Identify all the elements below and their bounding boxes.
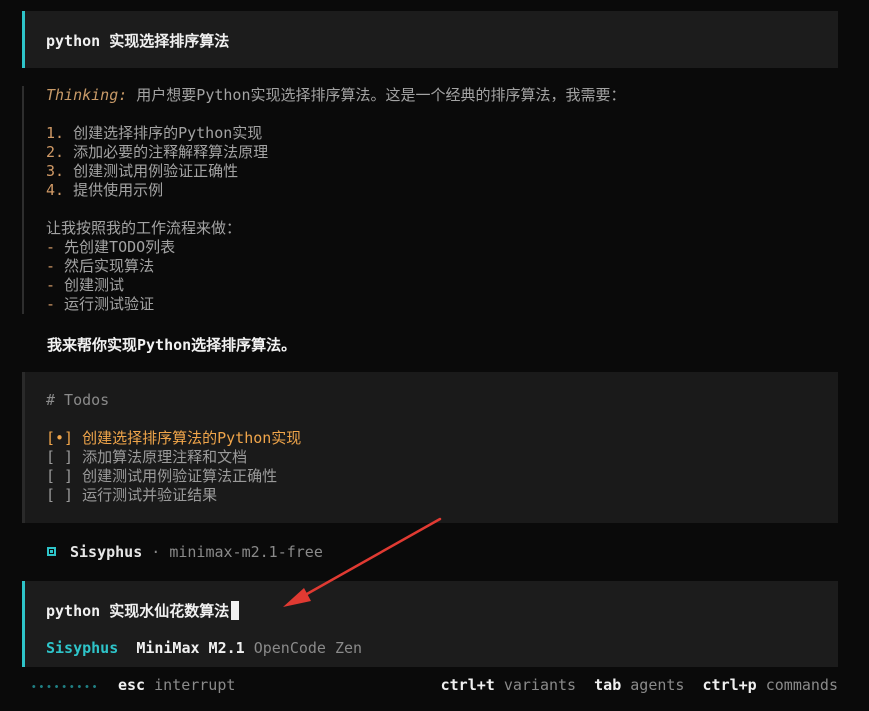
shortcut-hint: commands <box>765 676 838 694</box>
workflow-intro: 让我按照我的工作流程来做： <box>46 219 242 237</box>
loading-dots-icon <box>30 685 98 688</box>
terminal-screen: python 实现选择排序算法 Thinking: 用户想要Python实现选择… <box>0 0 869 711</box>
shortcut-hint: variants <box>503 676 577 694</box>
step-number: 2. <box>46 143 65 161</box>
todo-item: [ ] 添加算法原理注释和文档 <box>46 448 248 466</box>
step-number: 4. <box>46 181 65 199</box>
workflow-dash: - <box>46 295 56 313</box>
workflow-dash: - <box>46 257 56 275</box>
thinking-step: 1. 创建选择排序的Python实现 <box>46 124 836 143</box>
shortcut-key: esc <box>118 676 146 694</box>
todo-item: [ ] 运行测试并验证结果 <box>46 486 218 504</box>
step-number: 1. <box>46 124 65 142</box>
input-model[interactable]: MiniMax M2.1 <box>136 639 244 657</box>
shortcut-hints: ctrl+t variants tab agents ctrl+p comman… <box>441 676 838 694</box>
prompt-input-box[interactable]: python 实现水仙花数算法 Sisyphus MiniMax M2.1 Op… <box>22 581 838 667</box>
separator: · <box>142 543 170 561</box>
workflow-text: 然后实现算法 <box>55 257 155 275</box>
user-message-text: python 实现选择排序算法 <box>46 32 230 50</box>
workflow-dash: - <box>46 238 56 256</box>
todos-block: # Todos [•] 创建选择排序算法的Python实现 [ ] 添加算法原理… <box>22 372 838 523</box>
todo-item-active: [•] 创建选择排序算法的Python实现 <box>46 429 302 447</box>
prompt-input-value: python 实现水仙花数算法 <box>46 602 230 620</box>
shortcut-key: ctrl+p <box>702 676 757 694</box>
step-text: 添加必要的注释解释算法原理 <box>64 143 269 161</box>
user-message-first: python 实现选择排序算法 <box>22 11 838 68</box>
step-text: 提供使用示例 <box>64 181 164 199</box>
prompt-input-text[interactable]: python 实现水仙花数算法 <box>46 600 240 621</box>
thinking-step: 3. 创建测试用例验证正确性 <box>46 162 836 181</box>
shortcut-hint: agents <box>630 676 685 694</box>
thinking-intro: 用户想要Python实现选择排序算法。这是一个经典的排序算法，我需要： <box>127 86 626 104</box>
esc-hint: esc interrupt <box>118 676 235 694</box>
thinking-step: 4. 提供使用示例 <box>46 181 836 200</box>
model-name: minimax-m2.1-free <box>169 543 323 561</box>
thinking-intro-line: Thinking: 用户想要Python实现选择排序算法。这是一个经典的排序算法… <box>46 86 836 105</box>
workflow-text: 先创建TODO列表 <box>55 238 176 256</box>
agent-status-line: Sisyphus · minimax-m2.1-free <box>47 543 323 561</box>
workflow-text: 运行测试验证 <box>55 295 155 313</box>
thinking-label: Thinking: <box>46 86 128 104</box>
todos-heading: # Todos <box>46 391 110 409</box>
step-text: 创建测试用例验证正确性 <box>64 162 239 180</box>
shortcut-hint: interrupt <box>154 676 236 694</box>
agent-name: Sisyphus <box>70 543 143 561</box>
agent-square-icon <box>47 547 56 556</box>
workflow-item: - 运行测试验证 <box>46 295 836 314</box>
thinking-step: 2. 添加必要的注释解释算法原理 <box>46 143 836 162</box>
thinking-block: Thinking: 用户想要Python实现选择排序算法。这是一个经典的排序算法… <box>22 86 836 314</box>
workflow-text: 创建测试 <box>55 276 125 294</box>
workflow-dash: - <box>46 276 56 294</box>
input-provider[interactable]: OpenCode Zen <box>254 639 362 657</box>
step-text: 创建选择排序的Python实现 <box>64 124 263 142</box>
shortcut-key: ctrl+t <box>440 676 495 694</box>
workflow-item: - 然后实现算法 <box>46 257 836 276</box>
text-cursor <box>231 601 240 620</box>
todo-item: [ ] 创建测试用例验证算法正确性 <box>46 467 278 485</box>
workflow-item: - 先创建TODO列表 <box>46 238 836 257</box>
step-number: 3. <box>46 162 65 180</box>
input-model-line: Sisyphus MiniMax M2.1 OpenCode Zen <box>46 639 362 657</box>
status-bar: esc interrupt ctrl+t variants tab agents… <box>0 676 869 696</box>
input-agent[interactable]: Sisyphus <box>46 639 118 657</box>
shortcut-key: tab <box>594 676 622 694</box>
assistant-reply: 我来帮你实现Python选择排序算法。 <box>47 336 297 354</box>
workflow-item: - 创建测试 <box>46 276 836 295</box>
